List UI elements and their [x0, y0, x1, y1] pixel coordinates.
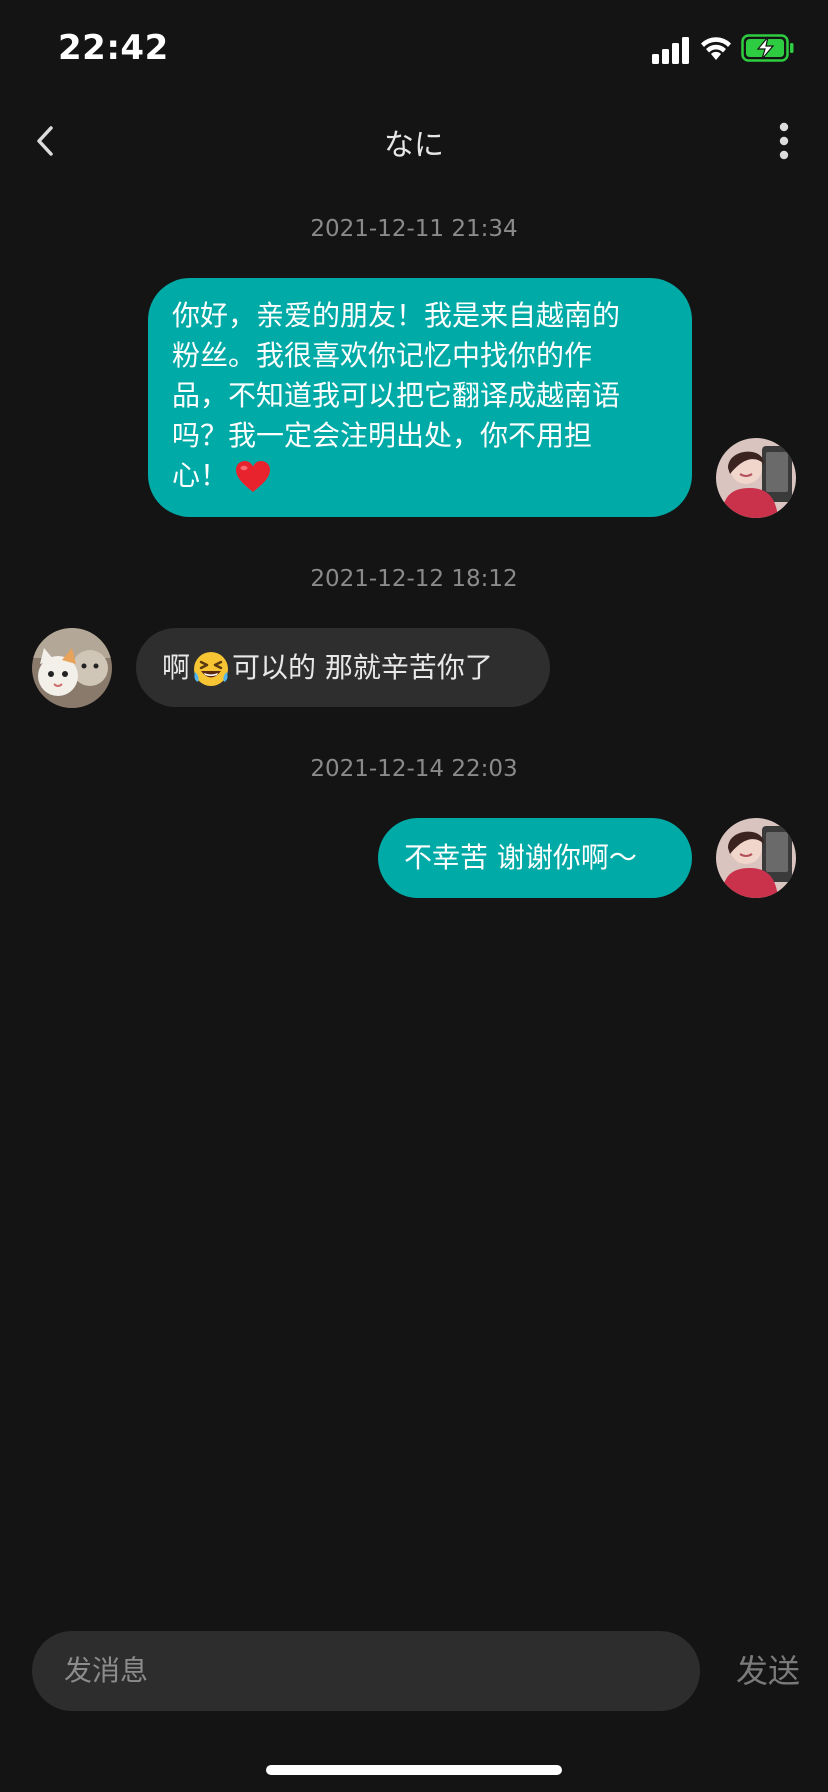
avatar-photo — [716, 438, 796, 518]
status-bar: 22:42 — [0, 0, 828, 100]
avatar-photo — [716, 818, 796, 898]
my-avatar[interactable] — [716, 438, 796, 518]
received-message-bubble[interactable]: 啊 可以的 那就辛苦你了 — [136, 628, 550, 707]
more-button[interactable] — [766, 118, 802, 164]
avatar-photo — [32, 628, 112, 708]
contact-avatar[interactable] — [32, 628, 112, 708]
message-line: 粉丝。我很喜欢你记忆中找你的作 — [172, 339, 593, 372]
message-line: 品，不知道我可以把它翻译成越南语 — [172, 379, 621, 412]
status-time: 22:42 — [58, 28, 169, 68]
message-line: 吗？我一定会注明出处，你不用担 — [172, 419, 593, 452]
wifi-icon — [701, 37, 731, 60]
message-text: 心！ — [172, 459, 229, 492]
page-title: なに — [384, 128, 444, 163]
message-timestamp: 2021-12-12 18:12 — [310, 566, 518, 592]
more-vertical-icon — [779, 122, 789, 160]
my-avatar[interactable] — [716, 818, 796, 898]
sent-message-bubble[interactable]: 你好，亲爱的朋友！我是来自越南的 粉丝。我很喜欢你记忆中找你的作 品，不知道我可… — [148, 278, 692, 517]
nav-bar: なに — [0, 100, 828, 182]
battery-charging-icon — [741, 34, 794, 62]
message-line: 心！ — [172, 456, 668, 496]
message-text: 可以的 那就辛苦你了 — [232, 651, 493, 684]
red-heart-emoji — [236, 461, 271, 492]
signal-icon — [652, 37, 689, 64]
message-text: 啊 — [162, 651, 191, 684]
message-line: 你好，亲爱的朋友！我是来自越南的 — [172, 299, 621, 332]
message-timestamp: 2021-12-14 22:03 — [310, 756, 518, 782]
send-button[interactable]: 发送 — [736, 1646, 800, 1692]
sent-message-bubble[interactable]: 不幸苦 谢谢你啊～ — [378, 818, 692, 898]
message-text: 不幸苦 谢谢你啊～ — [404, 841, 637, 874]
rolling-laughing-emoji — [194, 652, 229, 686]
message-timestamp: 2021-12-11 21:34 — [310, 216, 518, 242]
message-input[interactable] — [32, 1631, 700, 1711]
home-indicator — [266, 1765, 562, 1775]
